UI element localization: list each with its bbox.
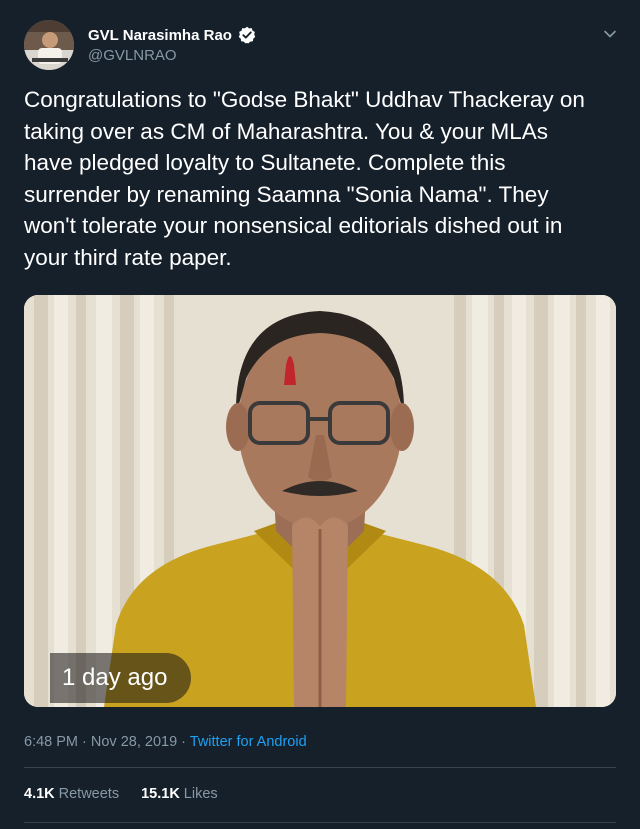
- likes-count: 15.1K: [141, 786, 180, 802]
- author-handle[interactable]: @GVLNRAO: [88, 47, 177, 64]
- divider-bottom: [24, 822, 616, 823]
- display-name[interactable]: GVL Narasimha Rao: [88, 27, 232, 44]
- retweets-count: 4.1K: [24, 786, 55, 802]
- likes-label: Likes: [183, 786, 218, 802]
- tweet-stats: 4.1K Retweets 15.1K Likes: [24, 786, 218, 802]
- retweets-stat[interactable]: 4.1K Retweets: [24, 786, 119, 802]
- chevron-down-icon[interactable]: [602, 26, 618, 42]
- tweet-time[interactable]: 6:48 PM: [24, 734, 78, 750]
- tweet-text: Congratulations to "Godse Bhakt" Uddhav …: [24, 87, 585, 270]
- retweets-label: Retweets: [58, 786, 120, 802]
- meta-separator-2: ·: [177, 734, 190, 750]
- tweet-date[interactable]: Nov 28, 2019: [91, 734, 177, 750]
- tweet-meta: 6:48 PM · Nov 28, 2019 · Twitter for And…: [24, 734, 307, 750]
- meta-separator: ·: [78, 734, 91, 750]
- verified-badge-icon: [238, 26, 256, 44]
- tweet-media[interactable]: 1 day ago: [24, 295, 616, 707]
- avatar[interactable]: [24, 20, 74, 70]
- tweet-source-link[interactable]: Twitter for Android: [190, 734, 307, 750]
- tweet-card: GVL Narasimha Rao @GVLNRAO Congratulatio…: [0, 0, 640, 829]
- profile-photo-icon: [24, 20, 74, 70]
- photo-image: [24, 295, 616, 707]
- likes-stat[interactable]: 15.1K Likes: [141, 786, 218, 802]
- author-name-row: GVL Narasimha Rao: [88, 26, 256, 44]
- divider: [24, 767, 616, 768]
- media-timestamp-badge: 1 day ago: [50, 653, 192, 703]
